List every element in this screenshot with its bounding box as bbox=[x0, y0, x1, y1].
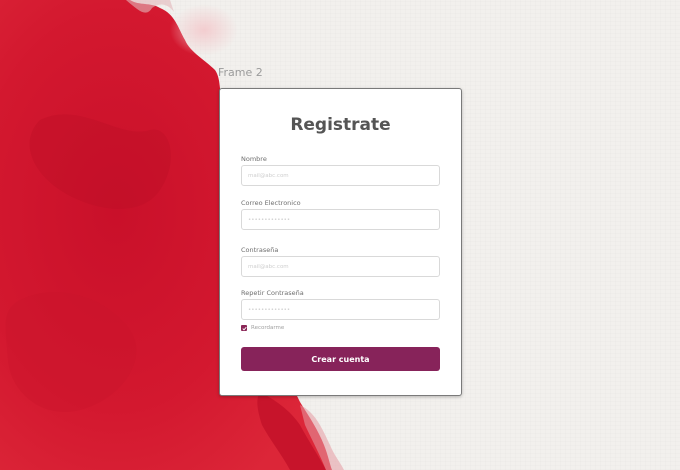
remember-checkbox[interactable] bbox=[241, 325, 247, 331]
repeat-password-label: Repetir Contraseña bbox=[241, 289, 304, 297]
form-title: Registrate bbox=[290, 115, 391, 135]
create-account-button[interactable]: Crear cuenta bbox=[241, 347, 440, 371]
repeat-password-field[interactable] bbox=[241, 299, 440, 320]
name-field[interactable] bbox=[241, 165, 440, 186]
name-label: Nombre bbox=[241, 155, 267, 163]
canvas: Frame 2 Registrate Nombre Correo Electro… bbox=[0, 0, 680, 470]
remember-label: Recordarme bbox=[251, 325, 285, 331]
remember-me[interactable]: Recordarme bbox=[241, 325, 284, 331]
registration-card: Registrate Nombre Correo Electronico Con… bbox=[219, 88, 462, 396]
password-label: Contraseña bbox=[241, 246, 279, 254]
email-field[interactable] bbox=[241, 209, 440, 230]
check-icon bbox=[241, 326, 247, 330]
email-label: Correo Electronico bbox=[241, 199, 301, 207]
frame-label: Frame 2 bbox=[218, 66, 263, 79]
password-field[interactable] bbox=[241, 256, 440, 277]
